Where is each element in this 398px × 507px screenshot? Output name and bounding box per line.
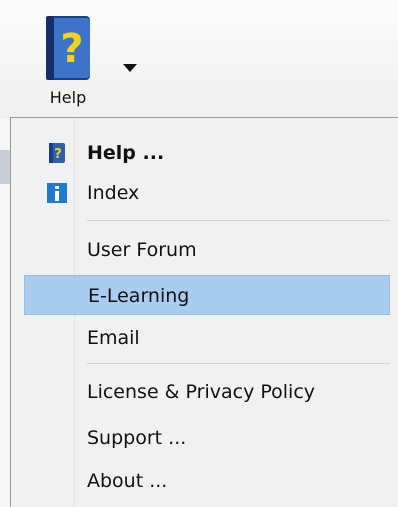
menu-item-user-forum[interactable]: User Forum [24, 230, 390, 270]
help-book-icon: ? [49, 143, 65, 163]
menu-item-label: About ... [87, 470, 168, 492]
help-book-icon: ? [46, 16, 90, 80]
help-ribbon-button[interactable]: ? Help [30, 14, 160, 112]
menu-item-label: License & Privacy Policy [87, 381, 316, 403]
menu-item-about[interactable]: About ... [24, 461, 390, 501]
svg-text:?: ? [54, 147, 62, 162]
menu-item-label: Help ... [87, 142, 165, 164]
menu-item-index[interactable]: Index [24, 173, 390, 213]
chevron-down-icon[interactable] [123, 64, 137, 72]
menu-item-license-privacy[interactable]: License & Privacy Policy [24, 372, 390, 412]
menu-item-label: E-Learning [88, 285, 190, 307]
menu-item-email[interactable]: Email [24, 318, 390, 358]
menu-item-label: Support ... [87, 427, 187, 449]
menu-separator [87, 363, 390, 364]
help-button-label: Help [49, 88, 87, 107]
info-icon [47, 183, 67, 203]
menu-item-label: Email [87, 327, 140, 349]
menu-item-label: Index [87, 182, 140, 204]
menu-item-support[interactable]: Support ... [24, 418, 390, 458]
menu-item-label: User Forum [87, 239, 197, 261]
ribbon: ? Help [0, 0, 398, 118]
menu-separator [87, 220, 390, 221]
help-dropdown-menu: ? Help ... Index User Forum E-Learning E… [10, 117, 398, 507]
left-edge-strip [0, 150, 10, 184]
svg-text:?: ? [60, 26, 83, 72]
menu-item-e-learning[interactable]: E-Learning [24, 275, 390, 315]
menu-item-help[interactable]: ? Help ... [24, 133, 390, 173]
